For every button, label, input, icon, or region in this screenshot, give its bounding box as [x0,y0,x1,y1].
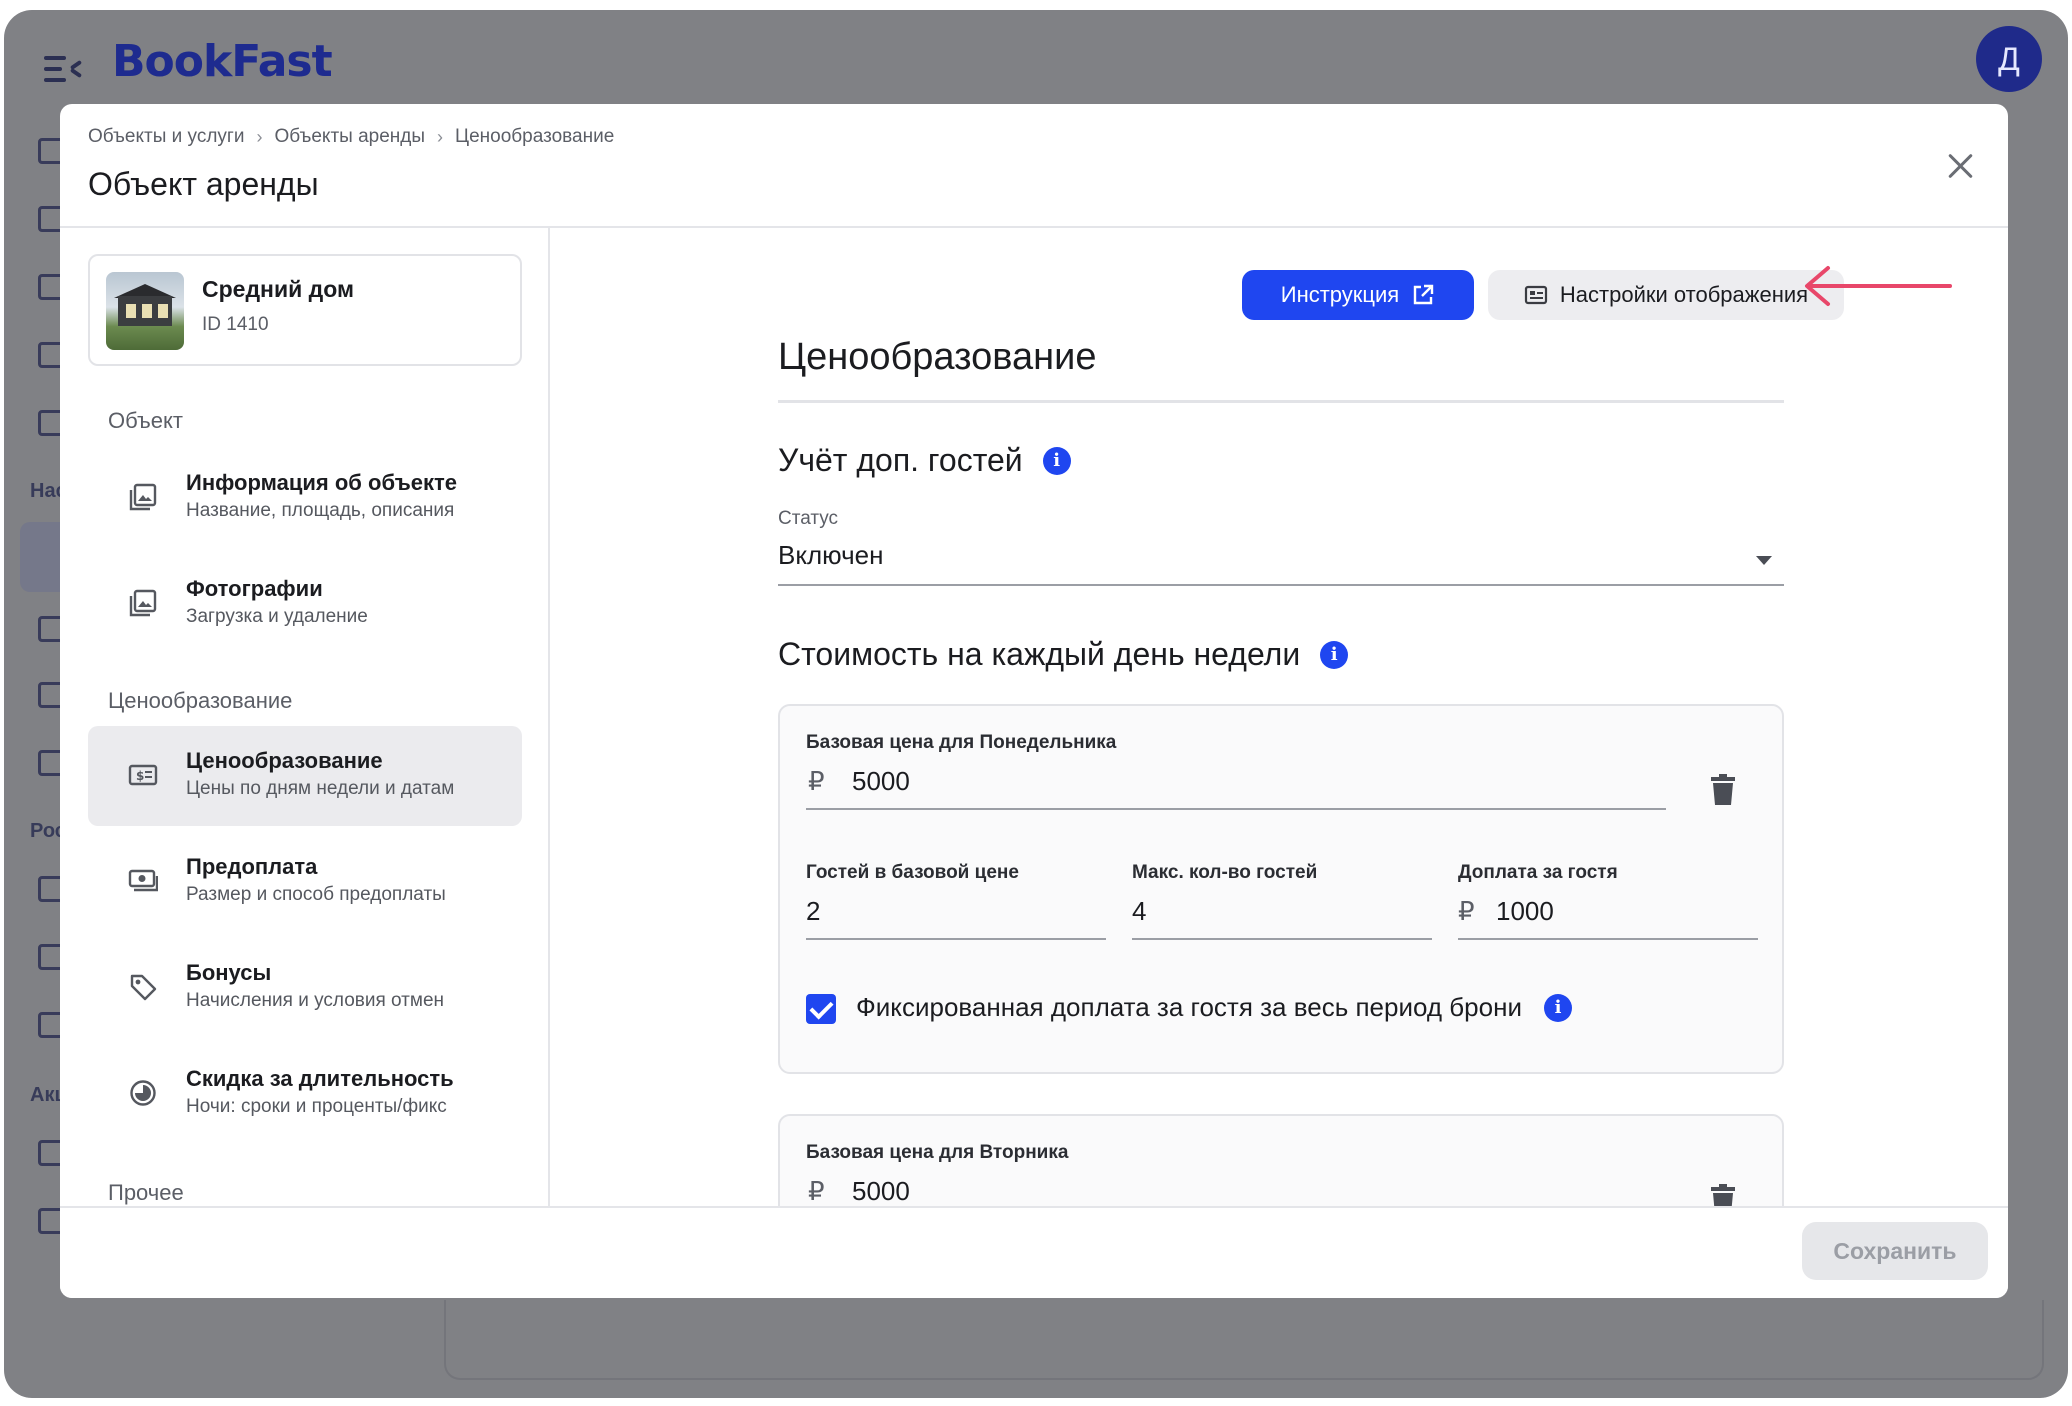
nav-item-pricing[interactable]: $ Ценообразование Цены по дням недели и … [88,726,522,826]
nav-item-title: Ценообразование [186,748,383,773]
modal-header: Объекты и услуги › Объекты аренды › Цено… [60,104,2008,228]
display-card-icon [1524,285,1548,305]
nav-item-title: Информация об объекте [186,470,458,495]
trash-icon[interactable] [1710,774,1736,806]
nav-item-title: Бонусы [186,960,272,985]
status-label: Статус [778,508,839,529]
modal-side-nav: Средний дом ID 1410 Объект Информация об… [60,228,550,1206]
extra-fee-label: Доплата за гостя [1458,862,1618,883]
nav-item-object-info[interactable]: Информация об объекте Название, площадь,… [88,448,522,548]
nav-item-photos[interactable]: Фотографии Загрузка и удаление [88,554,522,654]
half-circle-clock-icon [130,1080,156,1106]
nav-item-subtitle: Начисления и условия отмен [186,990,445,1011]
nav-item-bonuses[interactable]: Бонусы Начисления и условия отмен [88,938,522,1038]
object-name: Средний дом [202,276,354,302]
max-guests-label: Макс. кол-во гостей [1132,862,1318,883]
object-modal: Объекты и услуги › Объекты аренды › Цено… [60,104,2008,1298]
annotation-arrow-icon [1805,266,1952,306]
tag-icon [130,974,157,1001]
nav-item-subtitle: Ночи: сроки и проценты/фикс [186,1096,447,1117]
display-settings-button[interactable]: Настройки отображения [1488,270,1844,320]
input-underline [806,808,1666,810]
info-icon[interactable]: i [1320,640,1349,669]
pricing-content: Инструкция Настройки отображения Ценообр… [552,228,2008,1206]
trash-icon[interactable] [1710,1184,1736,1206]
guests-in-base-input[interactable]: 2 [806,896,820,927]
nav-item-subtitle: Название, площадь, описания [186,500,455,521]
input-underline [1458,938,1758,940]
input-underline [1132,938,1432,940]
object-photo [106,272,184,350]
user-avatar[interactable]: Д [1976,26,2042,92]
nav-section-other: Прочее [108,1180,184,1205]
day-price-card-monday: Базовая цена для Понедельника ₽ 5000 Гос… [778,704,1784,1074]
extra-fee-input[interactable]: 1000 [1496,896,1554,927]
base-price-label: Базовая цена для Вторника [806,1142,1069,1163]
close-icon[interactable] [1942,148,1978,184]
weekday-prices-heading: Стоимость на каждый день недели [778,636,1301,672]
nav-item-subtitle: Загрузка и удаление [186,606,368,627]
modal-footer: Сохранить [60,1206,2008,1298]
base-price-label: Базовая цена для Понедельника [806,732,1117,753]
nav-section-object: Объект [108,408,183,433]
breadcrumb-item[interactable]: Объекты и услуги [88,126,244,148]
breadcrumb-item-current: Ценообразование [455,126,615,147]
guests-in-base-label: Гостей в базовой цене [806,862,1019,883]
nav-section-pricing: Ценообразование [108,688,293,713]
instruction-button[interactable]: Инструкция [1242,270,1474,320]
day-price-card-tuesday: Базовая цена для Вторника ₽ 5000 [778,1114,1784,1206]
page-heading: Ценообразование [778,336,1097,378]
chevron-right-icon: › [256,126,263,147]
save-button[interactable]: Сохранить [1802,1222,1988,1280]
instruction-button-label: Инструкция [1280,282,1400,307]
nav-item-title: Фотографии [186,576,323,601]
svg-text:$: $ [136,769,144,783]
display-settings-label: Настройки отображения [1559,282,1809,307]
nav-item-subtitle: Цены по дням недели и датам [186,778,455,799]
base-price-input[interactable]: 5000 [852,766,910,797]
max-guests-input[interactable]: 4 [1132,896,1146,927]
dropdown-arrow-icon[interactable] [1756,556,1772,565]
image-stack-icon [129,589,157,617]
breadcrumb-item[interactable]: Объекты аренды [274,126,425,148]
fixed-fee-label: Фиксированная доплата за гостя за весь п… [856,992,1522,1022]
background-card [444,1300,2044,1380]
nav-item-title: Предоплата [186,854,318,879]
nav-item-prepayment[interactable]: Предоплата Размер и способ предоплаты [88,832,522,932]
object-card: Средний дом ID 1410 [88,254,522,366]
base-price-input[interactable]: 5000 [852,1176,910,1206]
status-select[interactable]: Включен [778,540,883,571]
extra-guests-heading: Учёт доп. гостей [778,442,1023,478]
app-logo[interactable]: BookFast [112,36,333,87]
nav-item-subtitle: Размер и способ предоплаты [186,884,446,905]
object-id: ID 1410 [202,314,269,335]
price-tag-card-icon: $ [128,764,158,786]
ruble-icon: ₽ [1458,896,1475,926]
ruble-icon: ₽ [808,1176,825,1206]
heading-divider [778,400,1784,403]
menu-collapse-icon[interactable] [44,54,84,84]
info-icon[interactable]: i [1543,993,1572,1022]
nav-item-title: Скидка за длительность [186,1066,454,1091]
input-underline [806,938,1106,940]
fixed-fee-checkbox[interactable] [806,994,836,1024]
image-stack-icon [129,483,157,511]
chevron-right-icon: › [437,126,444,147]
status-select-underline [778,584,1784,586]
info-icon[interactable]: i [1042,446,1071,475]
ruble-icon: ₽ [808,766,825,796]
nav-item-duration-discount[interactable]: Скидка за длительность Ночи: сроки и про… [88,1044,522,1144]
fixed-fee-row: Фиксированная доплата за гостя за весь п… [856,992,1572,1023]
external-link-icon [1414,284,1434,305]
cash-icon [128,869,158,892]
breadcrumb: Объекты и услуги › Объекты аренды › Цено… [88,126,614,148]
extra-guests-heading-row: Учёт доп. гостей i [778,442,1071,479]
modal-title: Объект аренды [88,166,319,202]
weekday-prices-heading-row: Стоимость на каждый день недели i [778,636,1349,673]
